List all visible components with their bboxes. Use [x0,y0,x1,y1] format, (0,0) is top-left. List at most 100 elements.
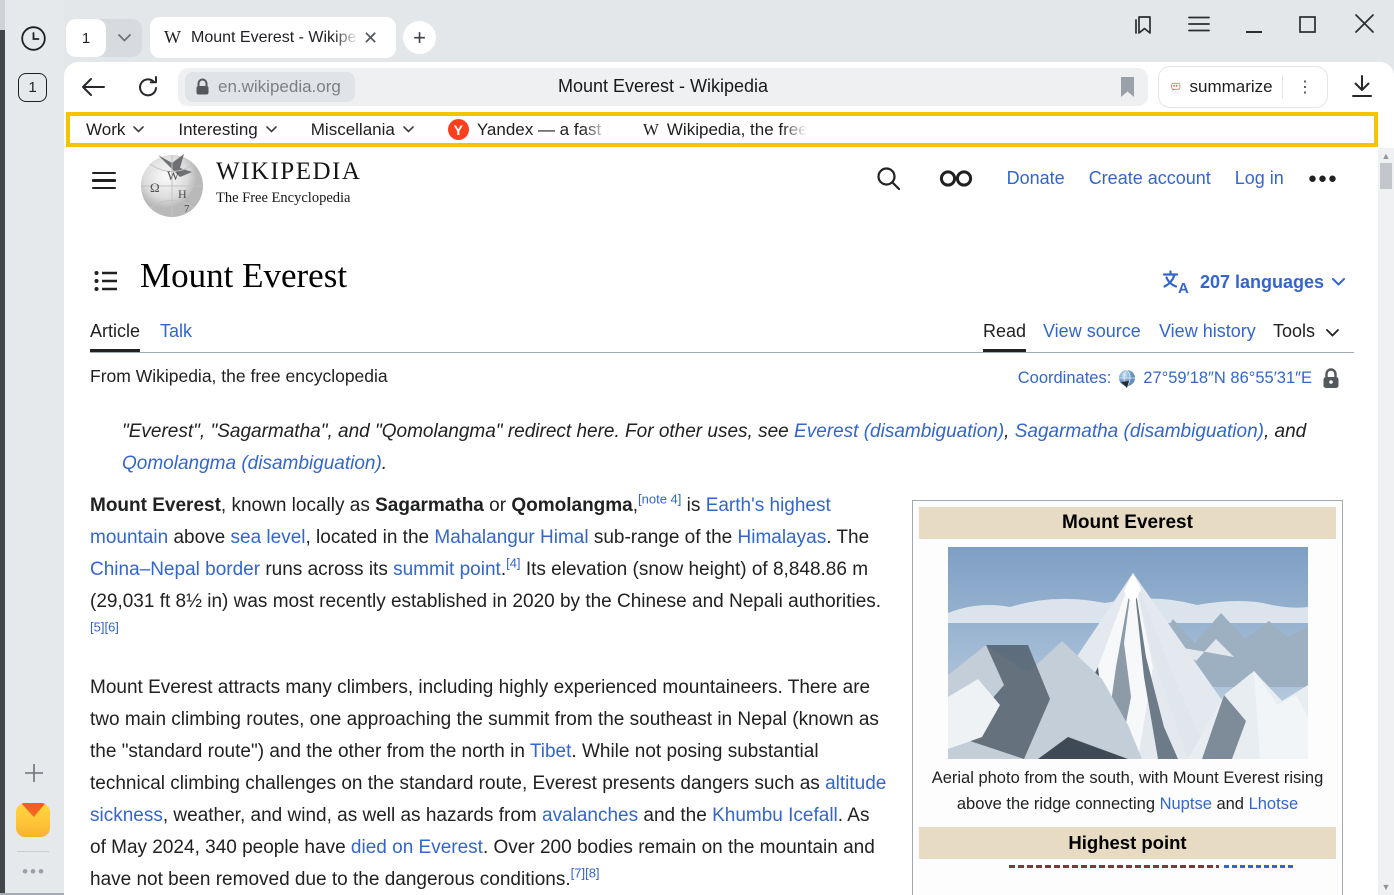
reference-link[interactable]: [7] [571,866,585,881]
wiki-link[interactable]: sea level [231,527,306,548]
rail-divider [17,851,49,852]
toc-icon[interactable] [94,270,118,292]
bookmark-folder-work[interactable]: Work [86,120,144,140]
reload-icon[interactable] [136,75,160,99]
bookmark-label-wrap: Wikipedia, the free [667,120,807,140]
tab-panel-count: 1 [28,79,36,96]
bookmark-folder-miscellania[interactable]: Miscellania [311,120,414,140]
quote-bubble-icon [1171,75,1181,99]
bookmark-label: Yandex — a fast In [477,120,609,139]
svg-text:A: A [1178,280,1189,294]
reference-link[interactable]: [8] [585,866,599,881]
tab-group-chevron[interactable] [106,19,142,57]
tab-tools[interactable]: Tools [1273,321,1339,342]
scrollbar[interactable]: ▲ ▼ [1378,148,1394,895]
infobox-caption: Aerial photo from the south, with Mount … [917,765,1338,817]
coordinates-label-link[interactable]: Coordinates: [1018,369,1112,388]
tab-count: 1 [82,30,90,47]
wiki-link[interactable]: Qomolangma (disambiguation) [122,453,382,474]
tab-title-wrap: Mount Everest - Wikipe [191,29,359,47]
wikipedia-globe-logo[interactable]: Ω W H 7 [138,150,206,220]
scroll-thumb[interactable] [1380,163,1392,189]
search-icon[interactable] [876,166,901,191]
page-protection-lock-icon [1322,368,1340,389]
tab-group-pill[interactable]: 1 [66,19,142,57]
yandex-mail-icon[interactable] [16,803,50,837]
infobox-image-everest[interactable] [948,547,1308,759]
wiki-link[interactable]: Everest (disambiguation) [794,421,1004,442]
back-icon[interactable] [80,75,106,99]
close-button[interactable] [1355,14,1374,33]
reference-link[interactable]: [4] [506,556,520,571]
reference-link[interactable]: [5] [90,620,104,635]
bookmark-label: Wikipedia, the free [667,120,807,139]
side-panels-icon[interactable] [1131,12,1157,38]
tab-panel-count-button[interactable]: 1 [18,73,47,102]
article-tabs-row: Article Talk Read View source View histo… [90,318,1354,353]
more-options-icon[interactable]: ●●● [1308,170,1338,187]
bookmark-wikipedia[interactable]: W Wikipedia, the free [643,120,807,140]
tab-view-history[interactable]: View history [1159,321,1256,342]
rail-more-button[interactable]: ••• [18,862,50,882]
wiki-link[interactable]: Sagarmatha (disambiguation) [1015,421,1264,442]
minimize-button[interactable] [1246,30,1262,34]
bold-text: Qomolangma [511,495,632,516]
bookmark-yandex[interactable]: Y Yandex — a fast In [448,119,609,140]
url-field[interactable]: en.wikipedia.org Mount Everest - Wikiped… [178,68,1148,106]
tab-close-icon[interactable]: ✕ [363,29,378,47]
wiki-link[interactable]: summit point [393,559,501,580]
infobox-title: Mount Everest [919,507,1336,539]
wikipedia-tagline: The Free Encyclopedia [216,190,350,207]
infobox: Mount Everest Aer [912,500,1343,895]
reference-link[interactable]: [6] [104,620,118,635]
tools-label: Tools [1273,321,1315,341]
coordinates-row: Coordinates: 27°59′18″N 86°55′31″E [1018,368,1340,389]
address-bar: en.wikipedia.org Mount Everest - Wikiped… [64,62,1394,112]
maximize-button[interactable] [1299,16,1316,33]
summarize-kebab-icon[interactable]: ⋮ [1291,77,1319,97]
scroll-down-arrow[interactable]: ▼ [1378,880,1394,894]
log-in-link[interactable]: Log in [1235,168,1284,189]
new-tab-button[interactable]: + [403,21,436,54]
wiki-link[interactable]: avalanches [542,805,638,826]
tab-article[interactable]: Article [90,321,140,352]
rail-add-button[interactable] [17,756,51,790]
wiki-link[interactable]: Himalayas [738,527,827,548]
scroll-up-arrow[interactable]: ▲ [1378,149,1394,163]
wiki-link[interactable]: Lhotse [1249,795,1299,813]
history-clock-icon[interactable] [17,22,49,54]
bookmark-label: Work [86,120,125,140]
reference-link[interactable]: [note 4] [638,492,681,507]
paragraph-lead: Mount Everest, known locally as Sagarmat… [90,490,890,650]
create-account-link[interactable]: Create account [1089,168,1211,189]
globe-icon[interactable] [1117,369,1137,389]
tab-read[interactable]: Read [983,321,1026,352]
wiki-link[interactable]: died on Everest [351,837,483,858]
yandex-favicon: Y [448,119,469,140]
browser-tab[interactable]: W Mount Everest - Wikipe ✕ [150,17,396,58]
wiki-link[interactable]: Nuptse [1160,795,1212,813]
bookmark-folder-interesting[interactable]: Interesting [178,120,276,140]
wiki-menu-icon[interactable] [92,172,116,190]
summarize-button[interactable]: summarize [1190,77,1273,97]
wiki-link[interactable]: China–Nepal border [90,559,260,580]
menu-hamburger-icon[interactable] [1188,16,1210,32]
wiki-link[interactable]: Mahalangur Himal [434,527,588,548]
tab-view-source[interactable]: View source [1043,321,1141,342]
mail-flap-icon [16,803,50,817]
languages-button[interactable]: A 207 languages [1162,270,1345,294]
wikipedia-favicon: W [643,120,659,140]
wiki-link[interactable]: Tibet [530,741,572,762]
wikipedia-wordmark[interactable]: WIKIPEDIA [216,158,361,186]
chevron-down-icon [1332,278,1345,286]
donate-link[interactable]: Donate [1007,168,1065,189]
glasses-icon[interactable] [939,170,975,187]
coordinates-value-link[interactable]: 27°59′18″N 86°55′31″E [1143,369,1312,388]
wiki-link[interactable]: Khumbu Icefall [712,805,838,826]
bookmark-flag-icon[interactable] [1119,76,1136,98]
tab-talk[interactable]: Talk [160,321,192,342]
chevron-down-icon [133,126,144,133]
bookmark-label: Interesting [178,120,257,140]
download-icon[interactable] [1350,74,1374,99]
tab-count-badge[interactable]: 1 [66,19,106,57]
